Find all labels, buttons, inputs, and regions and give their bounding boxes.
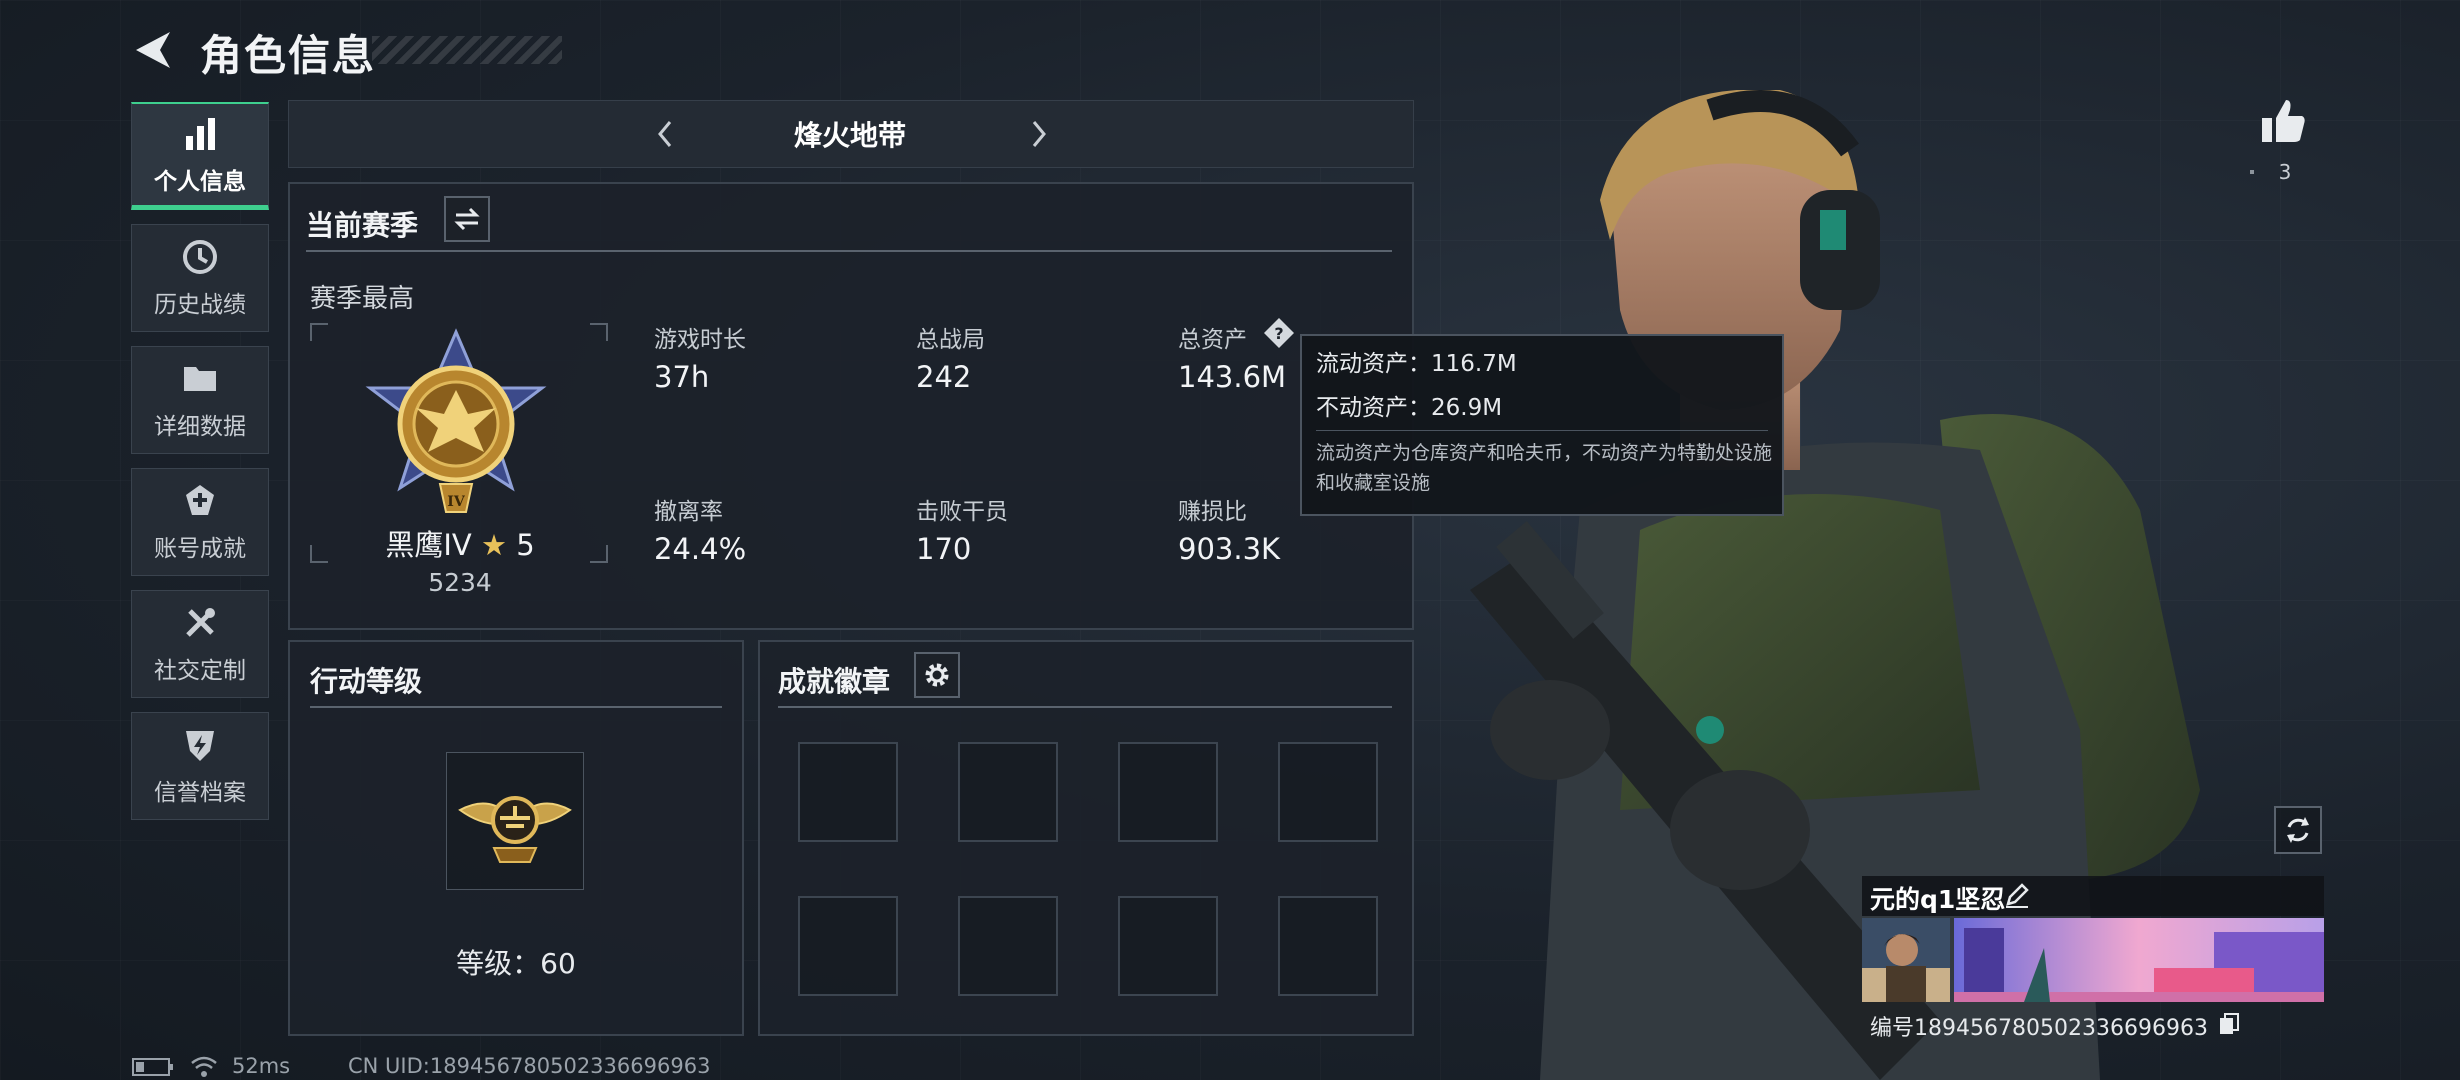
shield-bolt-icon (186, 731, 214, 761)
player-id: 编号1894567805023366969​63 (1870, 1016, 2208, 1041)
stat-value-playtime: 37h (654, 360, 710, 394)
tooltip-divider (1316, 430, 1768, 431)
nav-item-label: 信誉档案 (154, 780, 246, 806)
section-divider (778, 706, 1392, 708)
stat-label-total-matches: 总战局 (916, 327, 985, 353)
stat-value-profit-loss-ratio: 903.3K (1178, 532, 1281, 566)
action-level-value: 等级：60 (456, 947, 576, 980)
stat-label-playtime: 游戏时长 (654, 327, 746, 353)
refresh-button[interactable] (2274, 806, 2322, 854)
wrench-screwdriver-icon (186, 608, 215, 637)
badge-slot[interactable] (1118, 896, 1218, 996)
title-decoration (372, 36, 562, 64)
tooltip-fixed-assets: 不动资产：26.9M (1316, 395, 1503, 421)
stat-label-extraction-rate: 撤离率 (654, 499, 723, 525)
thumbs-up-icon[interactable] (2258, 96, 2308, 146)
wifi-icon (191, 1056, 217, 1077)
nav-item-label: 个人信息 (154, 168, 246, 195)
achievement-badges-title: 成就徽章 (778, 665, 891, 698)
battery-icon (132, 1058, 173, 1076)
swap-arrows-icon (454, 207, 480, 231)
stat-value-total-matches: 242 (916, 360, 972, 394)
badge-slot[interactable] (798, 742, 898, 842)
stat-value-extraction-rate: 24.4% (654, 532, 747, 566)
stat-label-operators-defeated: 击败干员 (916, 499, 1008, 525)
badge-slot[interactable] (798, 896, 898, 996)
star-icon: ★ (480, 528, 507, 562)
chevron-left-icon[interactable] (650, 114, 680, 154)
network-ping: 52ms (232, 1054, 291, 1078)
stat-value-operators-defeated: 170 (916, 532, 972, 566)
back-arrow-icon[interactable] (130, 26, 178, 74)
nav-item-label: 社交定制 (154, 658, 246, 684)
player-avatar[interactable] (1862, 918, 1950, 1002)
nav-item-personal-info[interactable]: 个人信息 (131, 102, 269, 210)
badge-slot[interactable] (958, 896, 1058, 996)
rank-name: 黑鹰IV (385, 528, 472, 562)
season-subtitle: 赛季最高 (310, 284, 415, 314)
like-count: 3 (2278, 160, 2292, 184)
folder-icon (184, 367, 216, 391)
edit-pencil-icon[interactable] (2004, 882, 2030, 908)
player-banner[interactable] (1954, 918, 2324, 1002)
badge-slot[interactable] (1278, 742, 1378, 842)
stat-label-profit-loss-ratio: 赚损比 (1178, 499, 1247, 525)
rank-emblem-icon: IV (365, 328, 547, 513)
action-level-title: 行动等级 (310, 665, 423, 698)
decor-dot (2250, 170, 2254, 174)
nav-item-social-customization[interactable]: 社交定制 (131, 590, 269, 698)
nav-item-detailed-data[interactable]: 详细数据 (131, 346, 269, 454)
nav-item-reputation[interactable]: 信誉档案 (131, 712, 269, 820)
svg-text:IV: IV (447, 494, 466, 510)
badge-slot[interactable] (1118, 742, 1218, 842)
rank-stars: 5 (516, 528, 535, 562)
history-clock-icon (183, 240, 217, 274)
section-divider (306, 250, 1392, 252)
switch-season-button[interactable] (444, 196, 490, 242)
tooltip-note: 流动资产为仓库资产和哈夫币，不动资产为特勤处设施和收藏室设施 (1316, 442, 1773, 494)
help-question-icon[interactable]: ? (1262, 316, 1296, 350)
mode-title: 烽火地带 (793, 119, 906, 152)
tooltip-liquid-assets: 流动资产：116.7M (1316, 351, 1517, 377)
page-title: 角色信息 (200, 31, 377, 80)
gear-icon (925, 663, 949, 687)
badge-slot[interactable] (1278, 896, 1378, 996)
nav-item-label: 账号成就 (154, 536, 246, 562)
rank-title: 黑鹰IV ★ 5 (380, 522, 540, 564)
copy-icon[interactable] (2218, 1012, 2240, 1036)
rank-points: 5234 (428, 568, 492, 597)
section-divider (310, 706, 722, 708)
stat-value-total-assets: 143.6M (1178, 360, 1287, 394)
player-name: 元的q1坚忍 (1870, 885, 2006, 914)
badge-settings-button[interactable] (914, 652, 960, 698)
nav-item-label: 历史战绩 (154, 292, 246, 318)
bar-chart-icon (186, 117, 215, 150)
chevron-right-icon[interactable] (1024, 114, 1054, 154)
stat-label-total-assets: 总资产 (1178, 327, 1247, 353)
user-uid: CN UID:1894567805023366969​63 (348, 1054, 711, 1078)
season-section-title: 当前赛季 (306, 209, 419, 242)
refresh-icon (2287, 817, 2309, 843)
svg-text:?: ? (1274, 324, 1283, 343)
achievement-badge-icon (186, 485, 214, 515)
nav-item-account-achievements[interactable]: 账号成就 (131, 468, 269, 576)
helicopter-emblem-icon (458, 796, 572, 863)
nav-item-history[interactable]: 历史战绩 (131, 224, 269, 332)
nav-item-label: 详细数据 (154, 414, 246, 440)
badge-slot[interactable] (958, 742, 1058, 842)
